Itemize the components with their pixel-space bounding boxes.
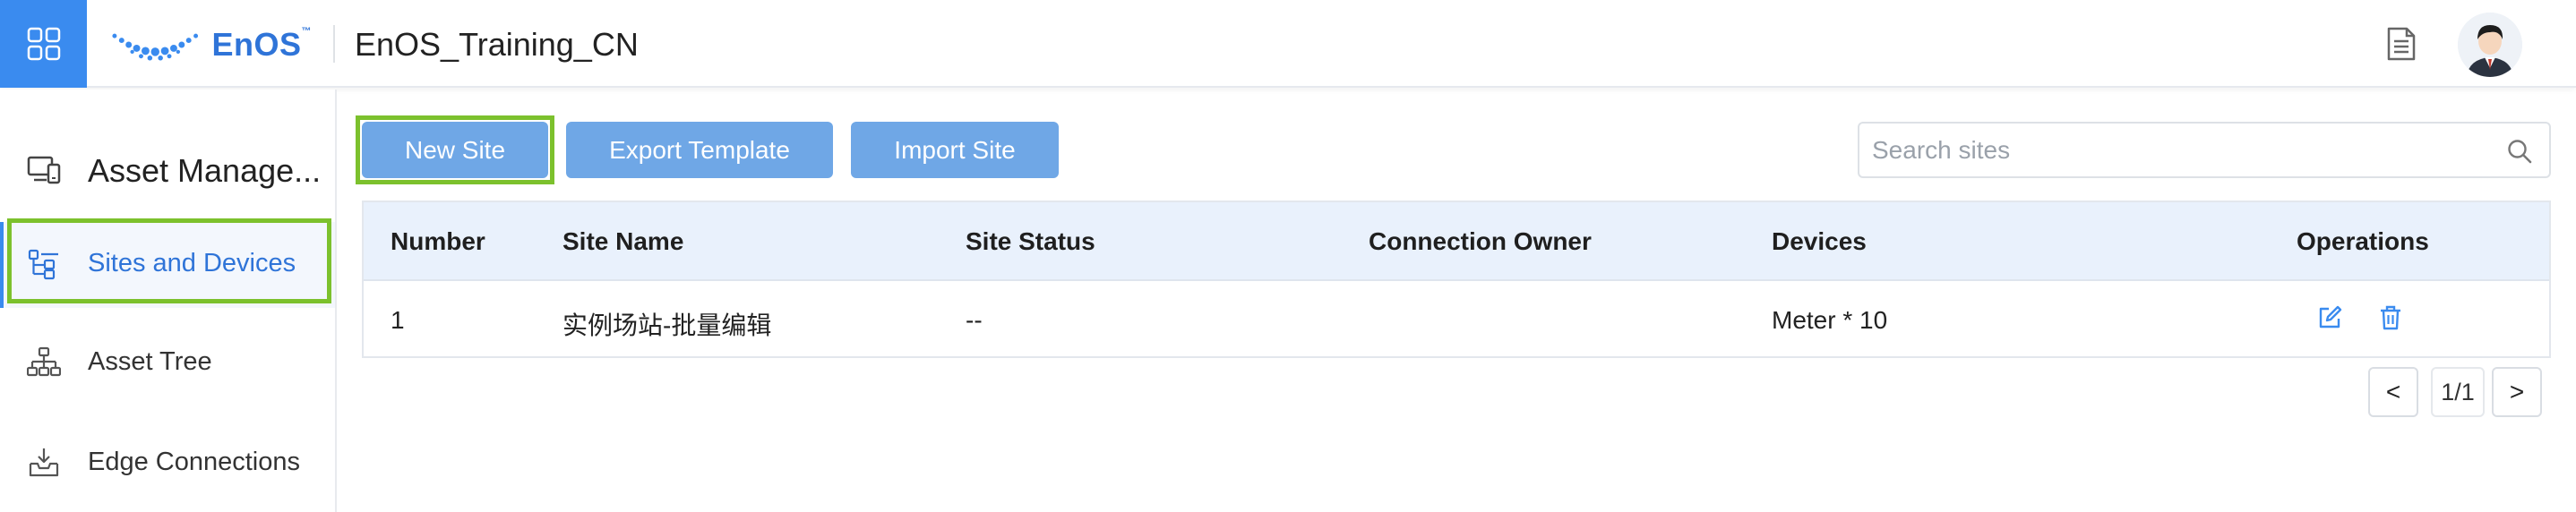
enos-logo[interactable]: EnOS™ <box>109 25 312 64</box>
page-indicator: 1/1 <box>2431 367 2485 417</box>
cell-number: 1 <box>391 306 405 334</box>
app-switcher-button[interactable] <box>0 0 87 88</box>
sidebar-item-asset-tree[interactable]: Asset Tree <box>0 320 335 406</box>
delete-icon[interactable] <box>2377 304 2404 331</box>
inbox-download-icon <box>29 448 59 477</box>
column-header-devices[interactable]: Devices <box>1772 227 1867 256</box>
site-tree-icon <box>28 249 58 280</box>
search-box <box>1858 122 2551 178</box>
cell-site-name[interactable]: 实例场站-批量编辑 <box>562 306 771 342</box>
logo-text: EnOS™ <box>211 26 312 63</box>
edit-icon[interactable] <box>2316 304 2343 331</box>
header-divider <box>333 25 335 63</box>
column-header-number[interactable]: Number <box>391 227 485 256</box>
import-site-button[interactable]: Import Site <box>851 122 1059 178</box>
export-template-button[interactable]: Export Template <box>566 122 833 178</box>
table-row[interactable]: 1 实例场站-批量编辑 -- Meter * 10 <box>364 281 2549 358</box>
sidebar-item-label: Edge Connections <box>88 448 300 476</box>
org-title[interactable]: EnOS_Training_CN <box>355 25 639 64</box>
sites-table: Number Site Name Site Status Connection … <box>362 201 2551 358</box>
documentation-button[interactable] <box>2379 21 2424 66</box>
sidebar-app-title-label: Asset Manage... <box>88 152 322 189</box>
sidebar-app-title[interactable]: Asset Manage... <box>0 134 335 206</box>
prev-page-button[interactable]: < <box>2368 367 2418 417</box>
top-bar: EnOS™ EnOS_Training_CN <box>0 0 2576 88</box>
new-site-button[interactable]: New Site <box>362 122 548 178</box>
cell-devices: Meter * 10 <box>1772 306 1888 334</box>
search-icon[interactable] <box>2506 138 2533 165</box>
cell-site-status: -- <box>966 306 983 334</box>
column-header-site-status[interactable]: Site Status <box>966 227 1095 256</box>
app-grid-icon <box>27 27 60 61</box>
sidebar-item-sites-and-devices[interactable]: Sites and Devices <box>0 222 335 308</box>
user-avatar[interactable] <box>2458 13 2522 77</box>
column-header-site-name[interactable]: Site Name <box>562 227 683 256</box>
column-header-operations: Operations <box>2297 227 2429 255</box>
table-header: Number Site Name Site Status Connection … <box>364 202 2549 281</box>
document-icon <box>2387 27 2416 61</box>
hierarchy-icon <box>27 346 61 377</box>
logo-mark-icon <box>112 33 199 61</box>
next-page-button[interactable]: > <box>2492 367 2542 417</box>
column-header-connection-owner[interactable]: Connection Owner <box>1369 227 1592 256</box>
sidebar-item-label: Asset Tree <box>88 347 212 376</box>
monitor-device-icon <box>27 156 61 184</box>
search-input[interactable] <box>1872 131 2490 170</box>
sidebar-item-label: Sites and Devices <box>88 249 296 277</box>
user-avatar-icon <box>2458 13 2522 77</box>
sidebar-item-edge-connections[interactable]: Edge Connections <box>0 421 335 507</box>
sidebar: Asset Manage... Sites and Devices Asset … <box>0 90 337 512</box>
